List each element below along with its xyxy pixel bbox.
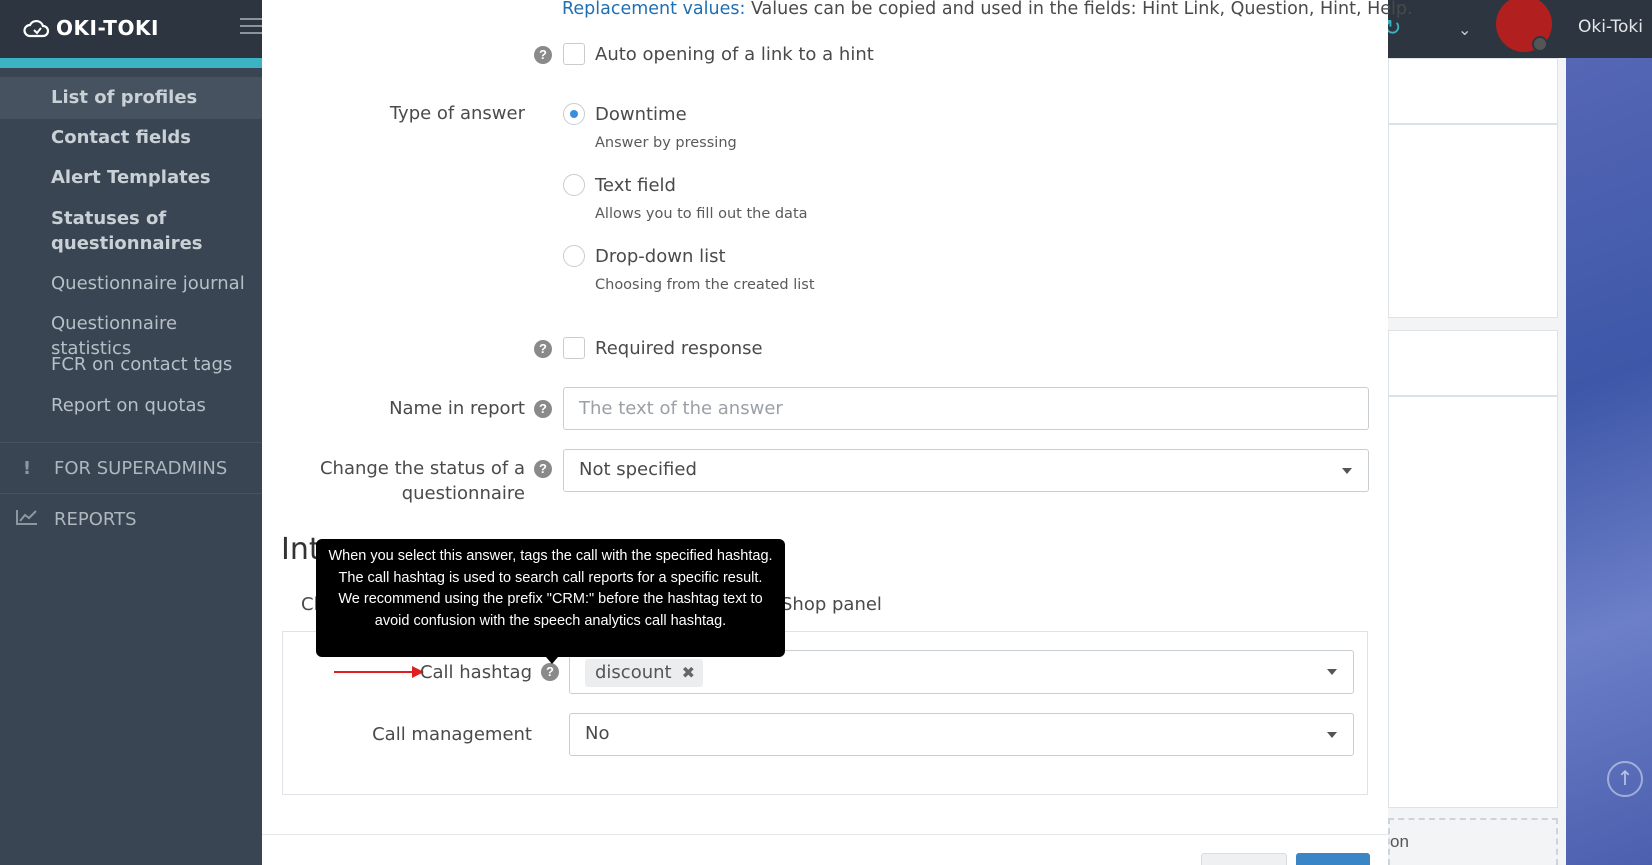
sidebar-divider — [0, 493, 262, 494]
caret-down-icon — [1342, 467, 1352, 474]
replacement-values-link[interactable]: Replacement values: — [562, 0, 745, 19]
sidebar-divider — [0, 442, 262, 443]
sidebar-item-questionnaire-journal[interactable]: Questionnaire journal — [51, 271, 256, 296]
help-icon[interactable]: ? — [534, 340, 552, 358]
radio-downtime-label[interactable]: Downtime — [595, 103, 687, 127]
menu-toggle-icon[interactable] — [240, 18, 262, 36]
sidebar-item-statuses[interactable]: Statuses of questionnaires — [51, 206, 221, 256]
background-panel — [1388, 124, 1558, 318]
call-hashtag-label: Call hashtag — [419, 662, 532, 683]
help-icon[interactable]: ? — [534, 460, 552, 478]
help-icon[interactable]: ? — [541, 663, 559, 681]
hashtag-chip: discount ✖ — [585, 659, 703, 687]
sidebar-section-reports[interactable]: REPORTS — [16, 509, 137, 530]
chart-line-icon — [16, 509, 38, 530]
radio-downtime-hint: Answer by pressing — [595, 135, 737, 151]
background-text: on — [1388, 818, 1558, 865]
save-button[interactable] — [1296, 853, 1370, 865]
name-in-report-label: Name in report — [389, 398, 525, 419]
sidebar-section-superadmins[interactable]: ! FOR SUPERADMINS — [16, 458, 227, 479]
replacement-values-note: Replacement values: Values can be copied… — [562, 0, 1413, 21]
sidebar-item-fcr-contact-tags[interactable]: FCR on contact tags — [51, 352, 256, 377]
auto-open-label[interactable]: Auto opening of a link to a hint — [595, 43, 874, 67]
caret-down-icon — [1327, 731, 1337, 738]
radio-drop-down-list-hint: Choosing from the created list — [595, 277, 815, 293]
auto-open-checkbox[interactable] — [563, 43, 585, 65]
call-management-label: Call management — [372, 724, 532, 745]
radio-text-field-hint: Allows you to fill out the data — [595, 206, 808, 222]
app-logo[interactable]: OKI-TOKI — [22, 16, 159, 40]
user-name[interactable]: Oki-Toki — [1578, 17, 1643, 37]
required-response-label[interactable]: Required response — [595, 337, 763, 361]
logo-text: OKI-TOKI — [56, 16, 159, 40]
radio-text-field-label[interactable]: Text field — [595, 174, 676, 198]
sidebar: List of profiles Contact fields Alert Te… — [0, 68, 262, 865]
background-panel — [1388, 396, 1558, 808]
caret-down-icon — [1327, 669, 1337, 675]
change-status-select[interactable]: Not specified — [563, 449, 1369, 492]
help-icon[interactable]: ? — [534, 400, 552, 418]
required-response-checkbox[interactable] — [563, 337, 585, 359]
help-icon[interactable]: ? — [534, 46, 552, 64]
hashtag-chip-label: discount — [595, 662, 672, 683]
call-management-value: No — [585, 723, 610, 744]
remove-tag-icon[interactable]: ✖ — [682, 659, 695, 687]
tab-shop-panel[interactable]: Shop panel — [781, 594, 882, 615]
cancel-button[interactable] — [1201, 853, 1287, 865]
sidebar-item-report-on-quotas[interactable]: Report on quotas — [51, 393, 256, 418]
radio-downtime[interactable] — [563, 103, 585, 125]
radio-drop-down-list-label[interactable]: Drop-down list — [595, 245, 726, 269]
change-status-value: Not specified — [579, 459, 697, 480]
change-status-label: Change the status of a questionnaire — [319, 458, 525, 504]
background-panel — [1388, 58, 1558, 124]
sidebar-item-list-of-profiles[interactable]: List of profiles — [51, 85, 256, 110]
modal-footer-divider — [262, 834, 1388, 835]
call-management-select[interactable]: No — [569, 713, 1354, 756]
accent-bar — [0, 58, 262, 68]
status-dot — [1532, 36, 1548, 52]
radio-drop-down-list[interactable] — [563, 245, 585, 267]
cloud-logo-icon — [23, 19, 50, 38]
background-panel — [1388, 330, 1558, 396]
sidebar-item-alert-templates[interactable]: Alert Templates — [51, 165, 256, 190]
sidebar-section-label: REPORTS — [54, 509, 137, 530]
chevron-down-icon[interactable]: ⌄ — [1458, 20, 1471, 39]
exclamation-icon: ! — [22, 458, 32, 479]
call-hashtag-tooltip: When you select this answer, tags the ca… — [316, 539, 785, 657]
sidebar-section-label: FOR SUPERADMINS — [54, 458, 228, 479]
radio-text-field[interactable] — [563, 174, 585, 196]
name-in-report-input[interactable]: The text of the answer — [563, 387, 1369, 430]
scroll-up-icon[interactable]: ↑ — [1607, 761, 1643, 797]
tooltip-arrow — [546, 657, 558, 664]
background-strip — [1566, 58, 1652, 865]
replacement-values-text: Values can be copied and used in the fie… — [745, 0, 1413, 19]
type-of-answer-label: Type of answer — [389, 103, 525, 124]
sidebar-item-contact-fields[interactable]: Contact fields — [51, 125, 256, 150]
section-title: Int — [281, 532, 321, 567]
